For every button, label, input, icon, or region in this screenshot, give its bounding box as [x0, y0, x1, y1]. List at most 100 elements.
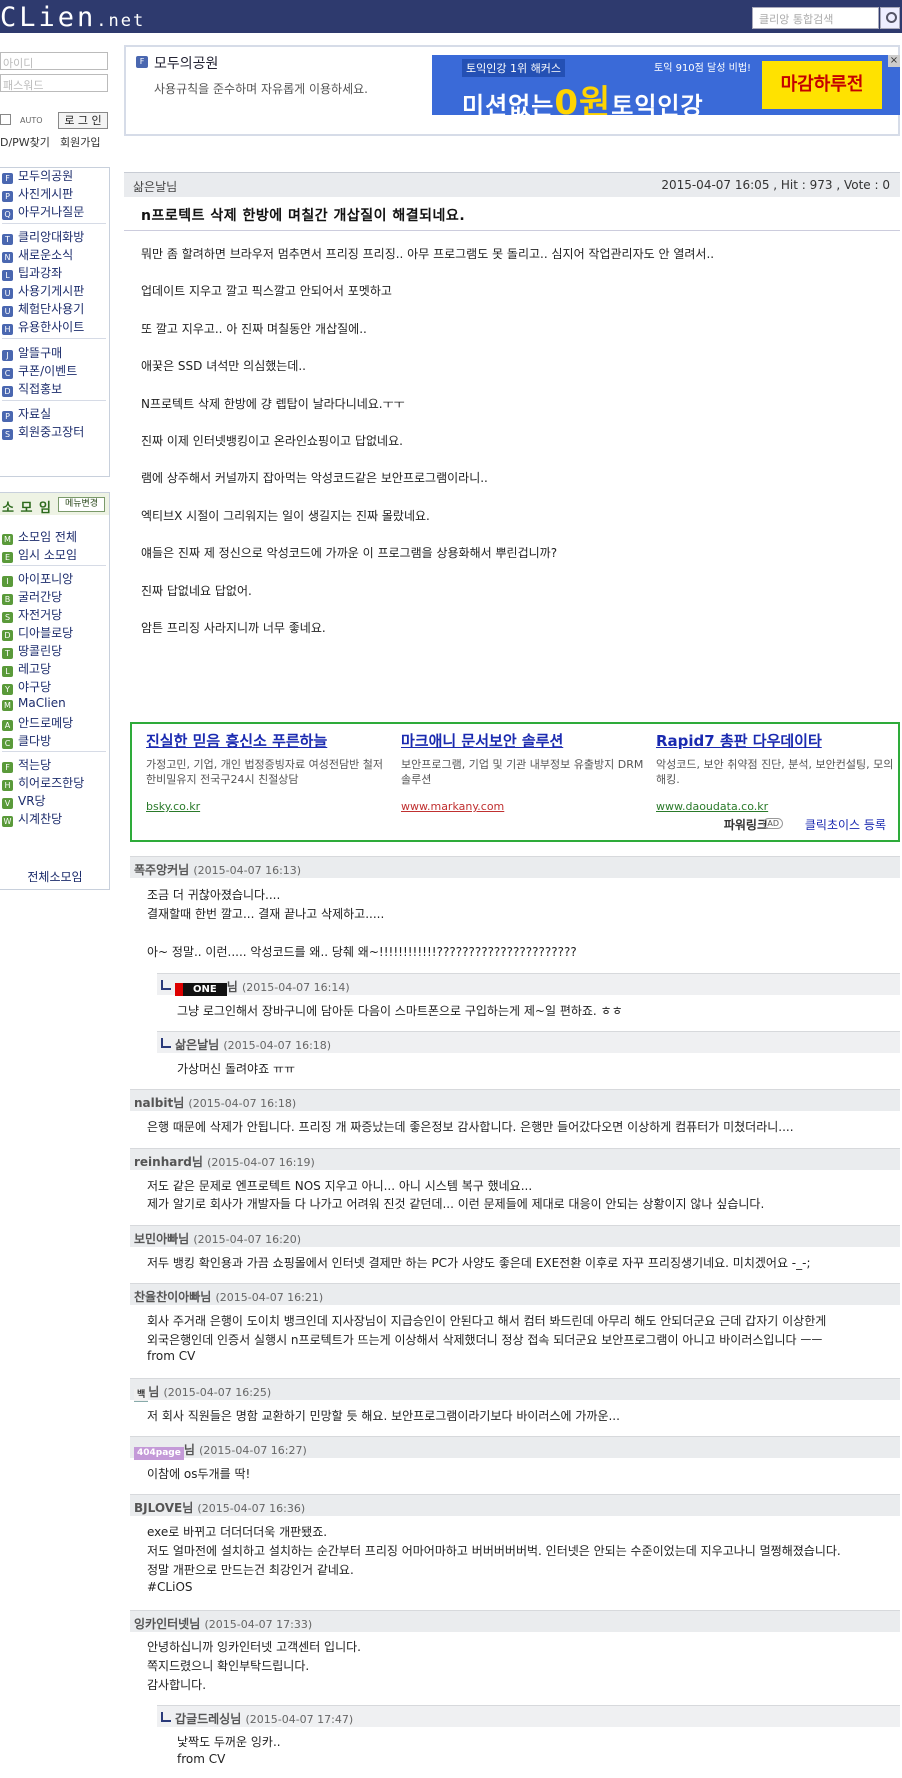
board-header: F 모두의공원 사용규칙을 준수하며 자유롭게 이용하세요. 토익인강 1위 해…	[124, 45, 900, 136]
somoim-icon: T	[2, 648, 13, 659]
ad-url[interactable]: www.daoudata.co.kr	[656, 800, 768, 813]
comment-author[interactable]: 찬율찬이아빠님 (2015-04-07 16:21)	[134, 1288, 323, 1305]
ad-title[interactable]: 마크애니 문서보안 솔루션	[401, 730, 646, 751]
sidebar-item[interactable]: C 쿠폰/이벤트	[2, 362, 77, 379]
all-somoim-link[interactable]: 전체소모임	[0, 868, 110, 885]
menu-divider	[2, 565, 106, 566]
sidebar-item[interactable]: P 사진게시판	[2, 185, 73, 202]
somoim-icon: M	[2, 700, 13, 711]
sidebar-item[interactable]: S 회원중고장터	[2, 423, 84, 440]
ad-banner[interactable]: 토익인강 1위 해커스 미션없는0원토익인강 토익 910점 달성 비법! 마감…	[432, 55, 900, 115]
password-input[interactable]: 패스워드	[0, 74, 108, 92]
comment-line: 외국은행인데 인증서 실행시 n프로텍트가 뜨는게 이상해서 삭제했더니 정상 …	[147, 1333, 823, 1347]
sidebar-item[interactable]: F 모두의공원	[2, 167, 73, 184]
comment-line: #CLiOS	[147, 1580, 193, 1594]
ad-item[interactable]: Rapid7 총판 다우데이타 악성코드, 보안 취약점 진단, 분석, 보안컨…	[656, 730, 901, 813]
board-icon: H	[2, 324, 13, 335]
post-line: 엑티브X 시절이 그리워지는 일이 생길지는 진짜 몰랐네요.	[141, 509, 430, 523]
somoim-item[interactable]: S 자전거당	[2, 606, 62, 623]
sidebar-item[interactable]: N 새로운소식	[2, 246, 73, 263]
somoim-item[interactable]: M 소모임 전체	[2, 528, 77, 545]
sidebar-item[interactable]: L 팁과강좌	[2, 264, 62, 281]
board-title[interactable]: 모두의공원	[154, 53, 218, 73]
menu-divider	[2, 338, 106, 339]
comment-line: from CV	[177, 1752, 226, 1766]
comment-author[interactable]: 폭주앙커님 (2015-04-07 16:13)	[134, 861, 301, 878]
comment-line: 정말 개판으로 만드는건 최강인거 같네요.	[147, 1563, 354, 1577]
somoim-item[interactable]: C 클다방	[2, 732, 51, 749]
site-logo[interactable]: CLien.net	[0, 2, 145, 33]
somoim-item[interactable]: Y 야구당	[2, 678, 51, 695]
post-header: 삶은날님 2015-04-07 16:05 , Hit : 973 , Vote…	[124, 172, 900, 197]
comment-author[interactable]: 백님 (2015-04-07 16:25)	[134, 1383, 271, 1402]
search-input[interactable]: 클리앙 통합검색	[752, 7, 879, 29]
sidebar-item[interactable]: J 알뜰구매	[2, 344, 62, 361]
somoim-item[interactable]: L 레고당	[2, 660, 51, 677]
sidebar-item[interactable]: T 클리앙대화방	[2, 228, 84, 245]
ad-url[interactable]: www.markany.com	[401, 800, 504, 813]
find-password-link[interactable]: D/PW찾기	[0, 134, 50, 150]
post-author[interactable]: 삶은날님	[133, 178, 177, 195]
ad-item[interactable]: 진실한 믿음 흥신소 푸른하늘 가정고민, 기업, 개인 법정증빙자료 여성전담…	[146, 730, 391, 813]
sidebar-item[interactable]: U 사용기게시판	[2, 282, 84, 299]
somoim-icon: D	[2, 630, 13, 641]
ad-title[interactable]: 진실한 믿음 흥신소 푸른하늘	[146, 730, 391, 751]
sidebar-item[interactable]: P 자료실	[2, 405, 51, 422]
board-icon: L	[2, 270, 13, 281]
comment-header: nalbit님 (2015-04-07 16:18)	[130, 1089, 900, 1111]
sidebar-item[interactable]: U 체험단사용기	[2, 300, 84, 317]
menu-divider	[2, 223, 106, 224]
sidebar-item[interactable]: Q 아무거나질문	[2, 203, 84, 220]
somoim-item[interactable]: A 안드로메당	[2, 714, 73, 731]
somoim-item[interactable]: W 시계찬당	[2, 810, 62, 827]
board-icon: S	[2, 429, 13, 440]
comment-author[interactable]: nalbit님 (2015-04-07 16:18)	[134, 1094, 296, 1111]
reply-arrow-icon	[161, 980, 171, 990]
somoim-item[interactable]: I 아이포니앙	[2, 570, 73, 587]
reply-arrow-icon	[161, 1712, 171, 1722]
comment-author[interactable]: 404page 님 (2015-04-07 16:27)	[134, 1441, 307, 1460]
comment-header: 폭주앙커님 (2015-04-07 16:13)	[130, 856, 900, 878]
somoim-title: 소 모 임	[2, 501, 52, 516]
comment-author[interactable]: BJLOVE님 (2015-04-07 16:36)	[134, 1499, 305, 1516]
menu-divider	[2, 400, 106, 401]
somoim-item[interactable]: F 적는당	[2, 756, 51, 773]
comment-author[interactable]: 보민아빠님 (2015-04-07 16:20)	[134, 1230, 301, 1247]
powerlink-ads: 진실한 믿음 흥신소 푸른하늘 가정고민, 기업, 개인 법정증빙자료 여성전담…	[130, 722, 900, 842]
somoim-item[interactable]: B 굴러간당	[2, 588, 62, 605]
post-title: n프로텍트 삭제 한방에 며칠간 개삽질이 해결되네요.	[141, 208, 466, 224]
board-icon: P	[2, 411, 13, 422]
comment-author[interactable]: reinhard님 (2015-04-07 16:19)	[134, 1153, 315, 1170]
post-meta: 2015-04-07 16:05 , Hit : 973 , Vote : 0	[661, 178, 890, 192]
menu-edit-button[interactable]: 메뉴변경	[58, 497, 105, 512]
comment-author[interactable]: 잉카인터넷님 (2015-04-07 17:33)	[134, 1615, 312, 1632]
somoim-item[interactable]: H 히어로즈한당	[2, 774, 84, 791]
join-link[interactable]: 회원가입	[60, 134, 100, 150]
login-button[interactable]: 로 그 인	[58, 112, 108, 129]
ad-url[interactable]: bsky.co.kr	[146, 800, 200, 813]
comment-line: 아~ 정말.. 이런..... 악성코드를 왜.. 당췌 왜~!!!!!!!!!…	[147, 945, 577, 959]
comment-line: 결재할때 한번 깔고... 결재 끝나고 삭제하고.....	[147, 907, 385, 921]
somoim-item[interactable]: V VR당	[2, 792, 46, 809]
clickchoice-register-link[interactable]: 클릭초이스 등록	[805, 816, 886, 833]
auto-login-checkbox[interactable]	[0, 114, 11, 125]
somoim-icon: C	[2, 738, 13, 749]
close-icon[interactable]: ×	[888, 55, 900, 67]
ad-item[interactable]: 마크애니 문서보안 솔루션 보안프로그램, 기업 및 기관 내부정보 유출방지 …	[401, 730, 646, 813]
board-icon: F	[136, 56, 148, 68]
sidebar-item[interactable]: D 직접홍보	[2, 380, 62, 397]
id-input[interactable]: 아이디	[0, 52, 108, 70]
ad-title[interactable]: Rapid7 총판 다우데이타	[656, 730, 901, 751]
somoim-item[interactable]: M MaClien	[2, 696, 66, 712]
comment-author[interactable]: 갑글드레싱님 (2015-04-07 17:47)	[161, 1710, 353, 1727]
somoim-item[interactable]: E 임시 소모임	[2, 546, 77, 563]
banner-cta[interactable]: 마감하루전	[762, 61, 882, 109]
comment-header: reinhard님 (2015-04-07 16:19)	[130, 1148, 900, 1170]
comment-author[interactable]: ONE 님 (2015-04-07 16:14)	[161, 978, 350, 996]
banner-small-text: 토익 910점 달성 비법!	[654, 63, 752, 74]
sidebar-item[interactable]: H 유용한사이트	[2, 318, 84, 335]
somoim-item[interactable]: T 땅콜린당	[2, 642, 62, 659]
somoim-item[interactable]: D 디아블로당	[2, 624, 73, 641]
search-icon[interactable]	[880, 7, 900, 29]
comment-author[interactable]: 삶은날님 (2015-04-07 16:18)	[161, 1036, 331, 1053]
